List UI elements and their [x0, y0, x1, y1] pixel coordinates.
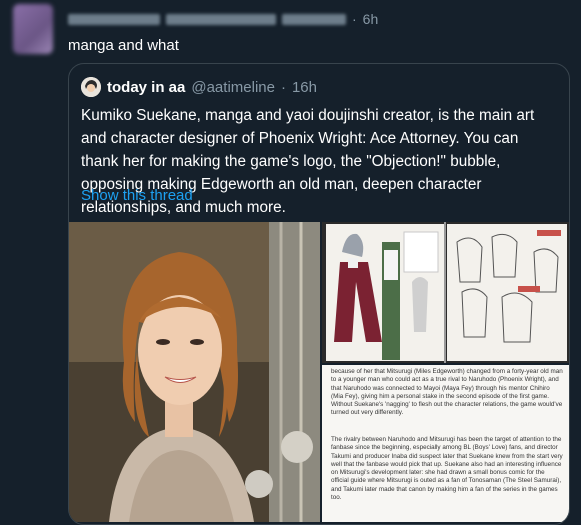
artbook-image[interactable]	[322, 222, 569, 363]
quoted-time[interactable]: 16h	[292, 79, 317, 96]
separator-dot: ·	[280, 78, 286, 96]
article-text-image[interactable]: because of her that Mitsurugi (Miles Edg…	[322, 365, 569, 522]
artbook-spread	[322, 222, 569, 363]
tweet-text: manga and what	[68, 37, 179, 54]
media-grid: because of her that Mitsurugi (Miles Edg…	[69, 222, 569, 524]
separator-dot: ·	[352, 11, 357, 27]
article-paragraph-2: The rivalry between Naruhodo and Mitsuru…	[331, 436, 563, 502]
tweet-time[interactable]: 6h	[363, 11, 379, 27]
show-thread-link[interactable]: Show this thread	[81, 187, 193, 204]
quoted-name[interactable]: today in aa	[107, 79, 185, 96]
quoted-tweet[interactable]: today in aa @aatimeline · 16h Kumiko Sue…	[68, 63, 570, 525]
blurred-handle[interactable]	[166, 13, 276, 25]
portrait-image	[69, 222, 320, 522]
quoted-avatar[interactable]	[81, 77, 101, 97]
quoted-header: today in aa @aatimeline · 16h	[81, 76, 317, 98]
user-avatar[interactable]	[13, 4, 53, 54]
article-paragraph-1: because of her that Mitsurugi (Miles Edg…	[331, 368, 563, 417]
photo-portrait[interactable]	[69, 222, 320, 522]
avatar-icon	[81, 77, 101, 97]
blurred-display-name[interactable]	[68, 13, 160, 25]
quoted-handle[interactable]: @aatimeline	[191, 79, 275, 96]
tweet-header: · 6h	[68, 9, 378, 29]
blurred-handle-ext	[282, 13, 346, 25]
